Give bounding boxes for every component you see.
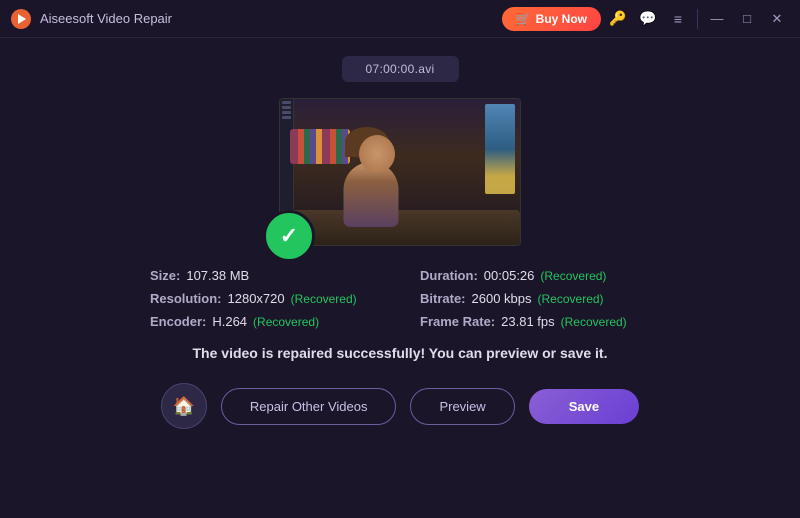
file-name-bar: 07:00:00.avi <box>342 56 459 82</box>
maximize-icon: □ <box>743 11 751 26</box>
success-check-overlay: ✓ <box>263 210 315 262</box>
duration-recovered-tag: (Recovered) <box>540 269 606 283</box>
size-value: 107.38 MB <box>186 268 249 283</box>
bitrate-label: Bitrate: <box>420 291 466 306</box>
duration-label: Duration: <box>420 268 478 283</box>
framerate-recovered-tag: (Recovered) <box>561 315 627 329</box>
cart-icon: 🛒 <box>516 12 531 26</box>
resolution-value: 1280x720 <box>228 291 285 306</box>
app-logo-icon <box>10 8 32 30</box>
preview-button[interactable]: Preview <box>410 388 514 425</box>
sidebar-bar-4 <box>282 116 291 119</box>
duration-value: 00:05:26 <box>484 268 535 283</box>
success-message: The video is repaired successfully! You … <box>193 345 608 361</box>
file-name-text: 07:00:00.avi <box>366 62 435 76</box>
resolution-row: Resolution: 1280x720 (Recovered) <box>150 291 380 306</box>
duration-row: Duration: 00:05:26 (Recovered) <box>420 268 650 283</box>
sidebar-bar-1 <box>282 101 291 104</box>
encoder-recovered-tag: (Recovered) <box>253 315 319 329</box>
minimize-button[interactable]: — <box>704 6 730 32</box>
chat-button[interactable]: 💬 <box>635 6 661 32</box>
video-content <box>280 99 520 245</box>
resolution-label: Resolution: <box>150 291 222 306</box>
bitrate-value: 2600 kbps <box>472 291 532 306</box>
checkmark-icon: ✓ <box>280 225 298 247</box>
video-preview <box>279 98 521 246</box>
key-icon: 🔑 <box>609 10 626 27</box>
video-preview-wrapper: ✓ <box>279 98 521 246</box>
encoder-label: Encoder: <box>150 314 206 329</box>
menu-button[interactable]: ≡ <box>665 6 691 32</box>
encoder-row: Encoder: H.264 (Recovered) <box>150 314 380 329</box>
chat-icon: 💬 <box>639 10 656 27</box>
title-bar-right: 🛒 Buy Now 🔑 💬 ≡ — □ ✕ <box>502 6 790 32</box>
save-button[interactable]: Save <box>529 389 639 424</box>
menu-icon: ≡ <box>674 11 682 27</box>
home-icon: 🏠 <box>173 396 195 417</box>
title-bar: Aiseesoft Video Repair 🛒 Buy Now 🔑 💬 ≡ —… <box>0 0 800 38</box>
scene-head <box>359 135 395 173</box>
minimize-icon: — <box>711 11 724 26</box>
scene-sofa <box>280 210 520 245</box>
info-grid: Size: 107.38 MB Duration: 00:05:26 (Reco… <box>150 268 650 329</box>
close-icon: ✕ <box>772 11 783 27</box>
resolution-recovered-tag: (Recovered) <box>291 292 357 306</box>
close-button[interactable]: ✕ <box>764 6 790 32</box>
home-button[interactable]: 🏠 <box>161 383 207 429</box>
app-title: Aiseesoft Video Repair <box>40 11 172 26</box>
framerate-value: 23.81 fps <box>501 314 555 329</box>
key-button[interactable]: 🔑 <box>605 6 631 32</box>
sidebar-bar-2 <box>282 106 291 109</box>
main-content: 07:00:00.avi ✓ <box>0 38 800 518</box>
bottom-buttons: 🏠 Repair Other Videos Preview Save <box>161 383 639 429</box>
repair-other-videos-button[interactable]: Repair Other Videos <box>221 388 397 425</box>
size-label: Size: <box>150 268 180 283</box>
buy-now-button[interactable]: 🛒 Buy Now <box>502 7 601 31</box>
framerate-row: Frame Rate: 23.81 fps (Recovered) <box>420 314 650 329</box>
bitrate-recovered-tag: (Recovered) <box>538 292 604 306</box>
size-row: Size: 107.38 MB <box>150 268 380 283</box>
scene-stripe <box>290 129 350 164</box>
sidebar-bar-3 <box>282 111 291 114</box>
maximize-button[interactable]: □ <box>734 6 760 32</box>
bitrate-row: Bitrate: 2600 kbps (Recovered) <box>420 291 650 306</box>
scene-window <box>485 104 515 194</box>
framerate-label: Frame Rate: <box>420 314 495 329</box>
title-bar-left: Aiseesoft Video Repair <box>10 8 172 30</box>
divider <box>697 9 698 29</box>
encoder-value: H.264 <box>212 314 247 329</box>
